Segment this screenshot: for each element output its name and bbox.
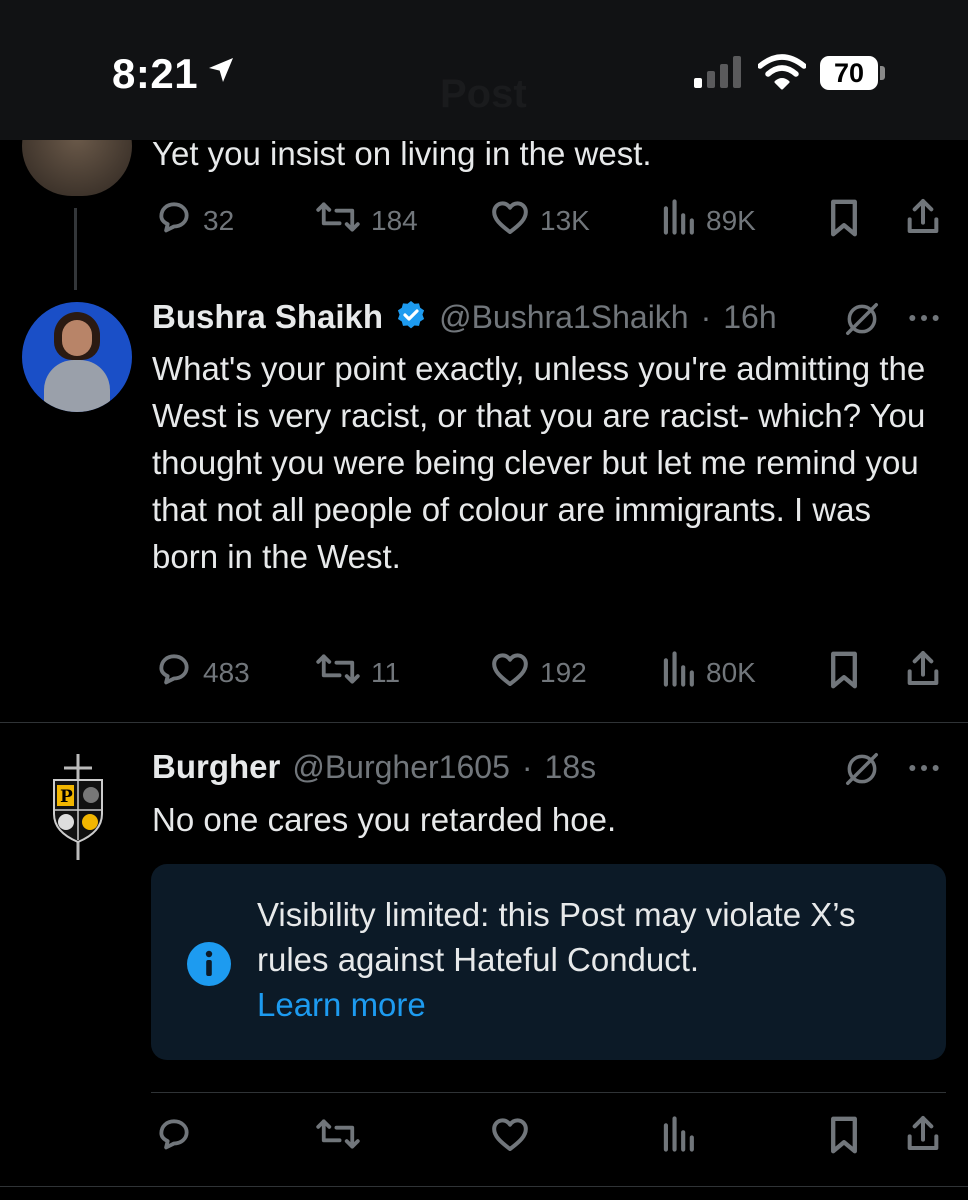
header-title-ghost: Post	[440, 72, 527, 116]
reply-button[interactable]	[155, 1115, 193, 1160]
bookmark-icon[interactable]	[826, 1115, 862, 1155]
like-count: 13K	[540, 204, 590, 236]
post-header: Bushra Shaikh @Bushra1Shaikh · 16h	[152, 298, 777, 336]
notice-message: Visibility limited: this Post may violat…	[257, 896, 856, 978]
more-icon[interactable]	[904, 298, 944, 343]
repost-icon	[315, 650, 361, 695]
repost-count: 184	[371, 204, 418, 236]
handle[interactable]: @Burgher1605	[292, 749, 510, 786]
share-icon[interactable]	[904, 196, 942, 236]
views-icon	[660, 650, 696, 695]
post-text: No one cares you retarded hoe.	[152, 801, 617, 838]
thread-line	[74, 208, 77, 290]
grok-icon[interactable]	[843, 750, 881, 793]
share-icon[interactable]	[904, 1113, 942, 1153]
views-button[interactable]: 89K	[660, 198, 756, 243]
repost-button[interactable]	[315, 1115, 361, 1160]
reply-button[interactable]: 32	[155, 198, 234, 243]
more-icon[interactable]	[904, 748, 944, 793]
status-time: 8:21	[112, 50, 199, 97]
dot-separator: ·	[700, 298, 712, 335]
repost-icon	[315, 198, 361, 243]
repost-button[interactable]: 11	[315, 650, 400, 695]
bookmark-icon[interactable]	[826, 650, 862, 690]
avatar[interactable]: P	[40, 752, 116, 862]
display-name[interactable]: Bushra Shaikh	[152, 298, 383, 336]
notice-text: Visibility limited: this Post may violat…	[257, 892, 897, 1027]
battery-icon: 70	[820, 56, 878, 90]
share-icon[interactable]	[904, 648, 942, 688]
views-count: 89K	[706, 204, 756, 236]
avatar[interactable]	[22, 302, 132, 412]
svg-text:P: P	[60, 787, 73, 807]
visibility-notice: Visibility limited: this Post may violat…	[151, 864, 946, 1060]
divider	[0, 722, 968, 723]
signal-icon	[694, 56, 744, 93]
dot-separator: ·	[521, 748, 533, 785]
views-button[interactable]	[660, 1115, 696, 1160]
verified-badge-icon	[395, 299, 427, 336]
learn-more-link[interactable]: Learn more	[257, 986, 426, 1023]
views-count: 80K	[706, 656, 756, 688]
post-time: 16h	[723, 298, 777, 335]
repost-icon	[315, 1115, 361, 1160]
views-button[interactable]: 80K	[660, 650, 756, 695]
like-icon	[490, 198, 530, 243]
divider	[151, 1092, 946, 1093]
reply-button[interactable]: 483	[155, 650, 250, 695]
reply-count: 32	[203, 204, 235, 236]
grok-icon[interactable]	[843, 300, 881, 343]
display-name[interactable]: Burgher	[152, 748, 280, 786]
handle[interactable]: @Bushra1Shaikh	[439, 299, 689, 336]
wifi-icon	[757, 54, 807, 95]
divider	[0, 1186, 968, 1187]
repost-button[interactable]: 184	[315, 198, 418, 243]
reply-count: 483	[203, 656, 250, 688]
post-header: Burgher @Burgher1605 · 18s	[152, 748, 596, 786]
like-button[interactable]: 13K	[490, 198, 590, 243]
reply-icon	[155, 650, 193, 695]
like-button[interactable]: 192	[490, 650, 587, 695]
repost-count: 11	[371, 656, 401, 688]
battery-nub	[880, 66, 885, 80]
post-time: 18s	[544, 748, 597, 785]
status-bar: Post 8:21 70	[0, 0, 968, 140]
like-icon	[490, 650, 530, 695]
location-arrow-icon	[205, 54, 237, 91]
views-icon	[660, 1115, 696, 1160]
info-icon	[185, 940, 233, 993]
views-icon	[660, 198, 696, 243]
like-count: 192	[540, 656, 587, 688]
like-button[interactable]	[490, 1115, 530, 1160]
reply-icon	[155, 198, 193, 243]
post-text: What's your point exactly, unless you're…	[152, 350, 926, 575]
like-icon	[490, 1115, 530, 1160]
bookmark-icon[interactable]	[826, 198, 862, 238]
reply-icon	[155, 1115, 193, 1160]
